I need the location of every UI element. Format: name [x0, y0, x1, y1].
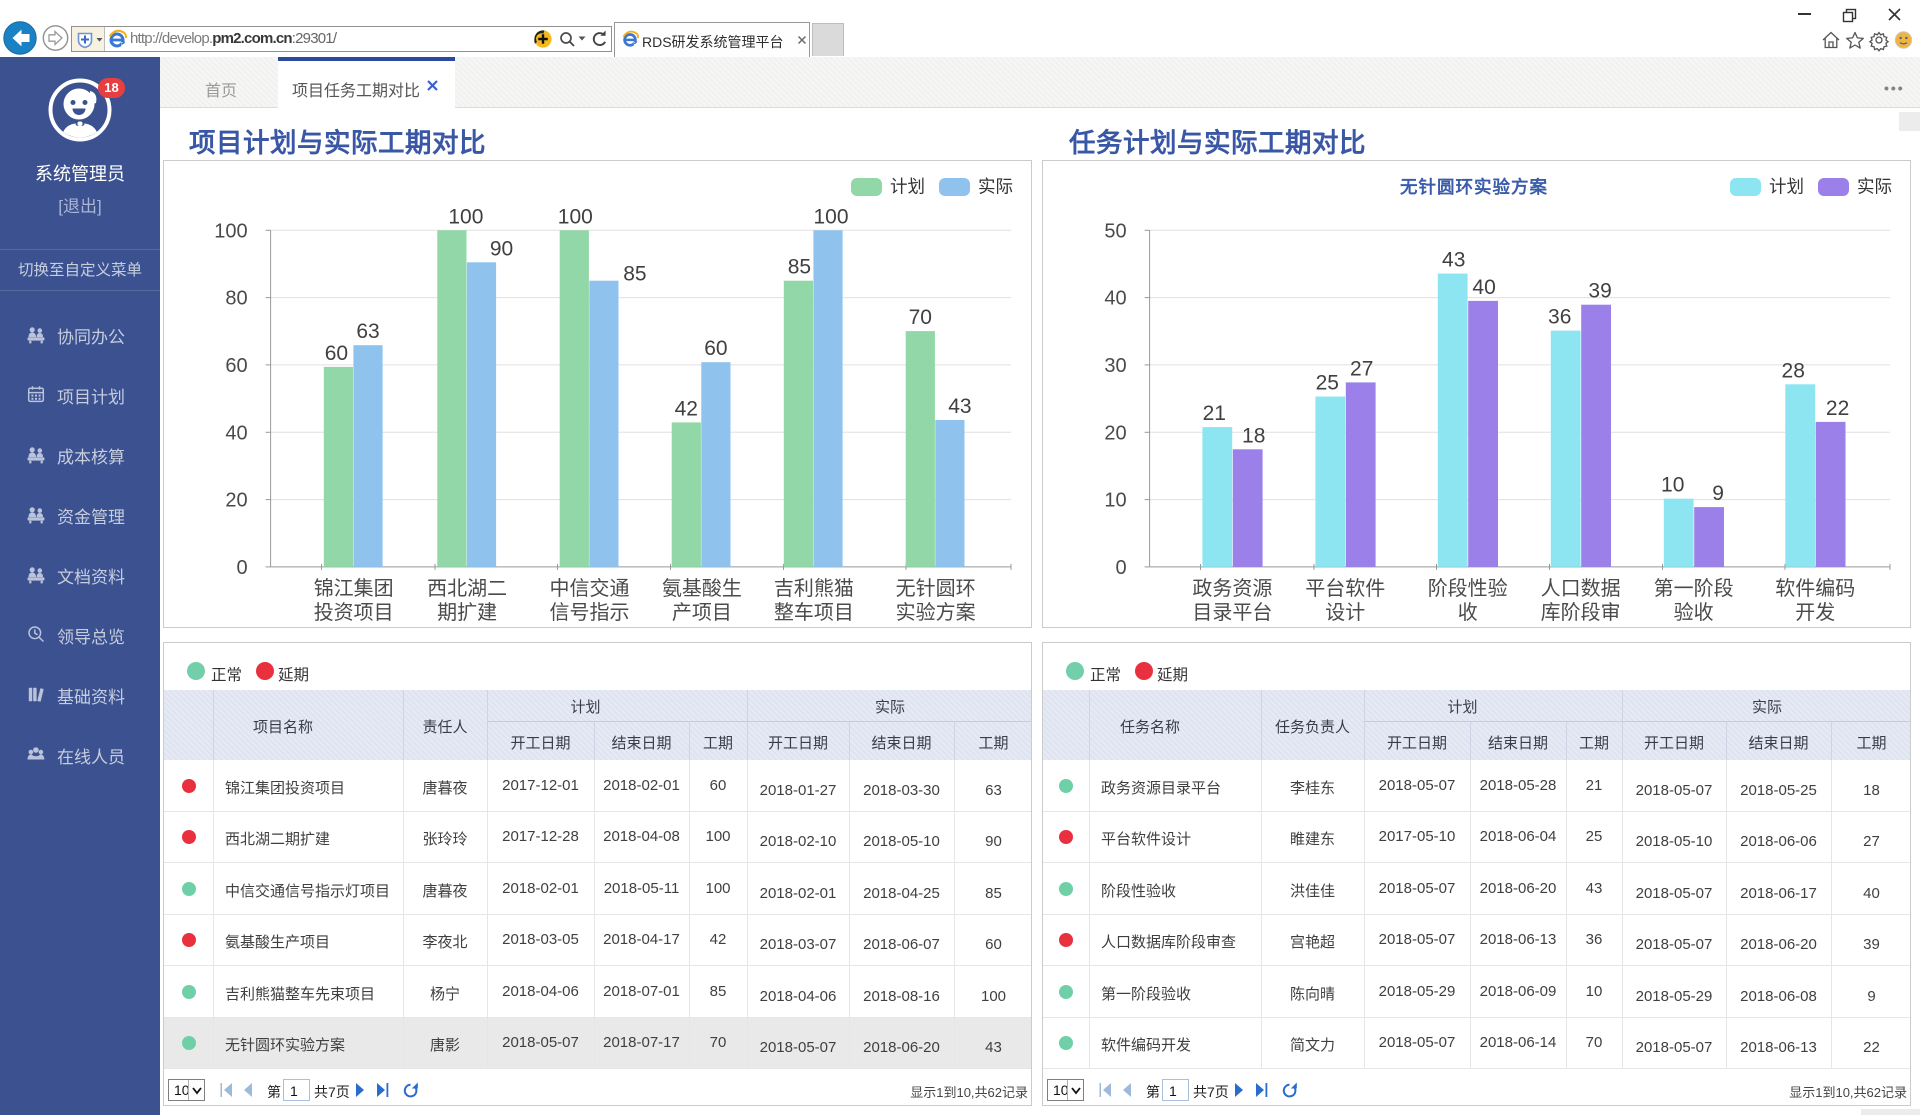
- svg-text:实际: 实际: [1857, 177, 1892, 197]
- svg-text:第一阶段: 第一阶段: [1654, 577, 1734, 600]
- svg-text:软件编码: 软件编码: [1775, 577, 1855, 600]
- svg-text:22: 22: [1826, 397, 1849, 420]
- svg-text:计划: 计划: [1769, 177, 1804, 197]
- svg-text:吉利熊猫: 吉利熊猫: [774, 577, 854, 600]
- svg-text:40: 40: [1472, 276, 1495, 299]
- svg-text:实际: 实际: [978, 177, 1013, 197]
- svg-text:无针圆环实验方案: 无针圆环实验方案: [1400, 177, 1548, 197]
- svg-text:锦江集团: 锦江集团: [314, 577, 394, 600]
- svg-text:18: 18: [1242, 424, 1265, 447]
- svg-text:开发: 开发: [1795, 601, 1835, 624]
- svg-text:42: 42: [675, 397, 698, 420]
- svg-text:西北湖二: 西北湖二: [427, 577, 507, 600]
- svg-text:实验方案: 实验方案: [896, 601, 976, 624]
- svg-text:投资项目: 投资项目: [314, 601, 394, 624]
- svg-text:25: 25: [1316, 372, 1339, 395]
- svg-text:85: 85: [623, 263, 646, 286]
- svg-text:政务资源: 政务资源: [1192, 577, 1272, 600]
- svg-text:计划: 计划: [890, 177, 925, 197]
- svg-text:验收: 验收: [1674, 601, 1714, 624]
- svg-text:40: 40: [225, 422, 247, 444]
- svg-text:90: 90: [490, 237, 513, 260]
- svg-text:60: 60: [225, 355, 247, 377]
- svg-text:36: 36: [1548, 306, 1571, 329]
- svg-text:43: 43: [1442, 249, 1465, 272]
- svg-text:20: 20: [225, 490, 247, 512]
- svg-text:20: 20: [1104, 422, 1126, 444]
- svg-text:85: 85: [788, 256, 811, 279]
- svg-text:设计: 设计: [1325, 601, 1365, 624]
- svg-text:人口数据: 人口数据: [1541, 577, 1621, 600]
- svg-text:40: 40: [1104, 288, 1126, 310]
- svg-text:目录平台: 目录平台: [1192, 601, 1272, 624]
- svg-text:平台软件: 平台软件: [1305, 577, 1385, 600]
- svg-text:信号指示: 信号指示: [550, 601, 630, 624]
- svg-text:收: 收: [1458, 601, 1478, 624]
- svg-text:70: 70: [909, 306, 932, 329]
- svg-text:10: 10: [1104, 490, 1126, 512]
- svg-text:27: 27: [1350, 357, 1373, 380]
- svg-text:0: 0: [236, 557, 247, 579]
- svg-text:无针圆环: 无针圆环: [896, 577, 976, 600]
- svg-text:氨基酸生: 氨基酸生: [662, 577, 742, 600]
- svg-text:60: 60: [325, 342, 348, 365]
- svg-text:39: 39: [1588, 280, 1611, 303]
- svg-text:63: 63: [356, 320, 379, 343]
- svg-text:100: 100: [448, 205, 483, 228]
- svg-text:30: 30: [1104, 355, 1126, 377]
- svg-text:10: 10: [1661, 474, 1684, 497]
- svg-text:100: 100: [558, 205, 593, 228]
- svg-text:60: 60: [704, 337, 727, 360]
- svg-text:阶段性验: 阶段性验: [1428, 577, 1508, 600]
- svg-text:期扩建: 期扩建: [437, 601, 497, 624]
- svg-text:28: 28: [1782, 359, 1805, 382]
- svg-text:整车项目: 整车项目: [774, 601, 854, 624]
- svg-text:80: 80: [225, 288, 247, 310]
- svg-text:100: 100: [214, 220, 247, 242]
- svg-text:43: 43: [948, 395, 971, 418]
- svg-text:中信交通: 中信交通: [550, 577, 630, 600]
- svg-text:100: 100: [813, 205, 848, 228]
- svg-text:50: 50: [1104, 220, 1126, 242]
- svg-text:21: 21: [1203, 402, 1226, 425]
- svg-text:0: 0: [1115, 557, 1126, 579]
- svg-text:库阶段审: 库阶段审: [1541, 601, 1621, 624]
- svg-text:9: 9: [1712, 482, 1724, 505]
- svg-text:产项目: 产项目: [672, 601, 732, 624]
